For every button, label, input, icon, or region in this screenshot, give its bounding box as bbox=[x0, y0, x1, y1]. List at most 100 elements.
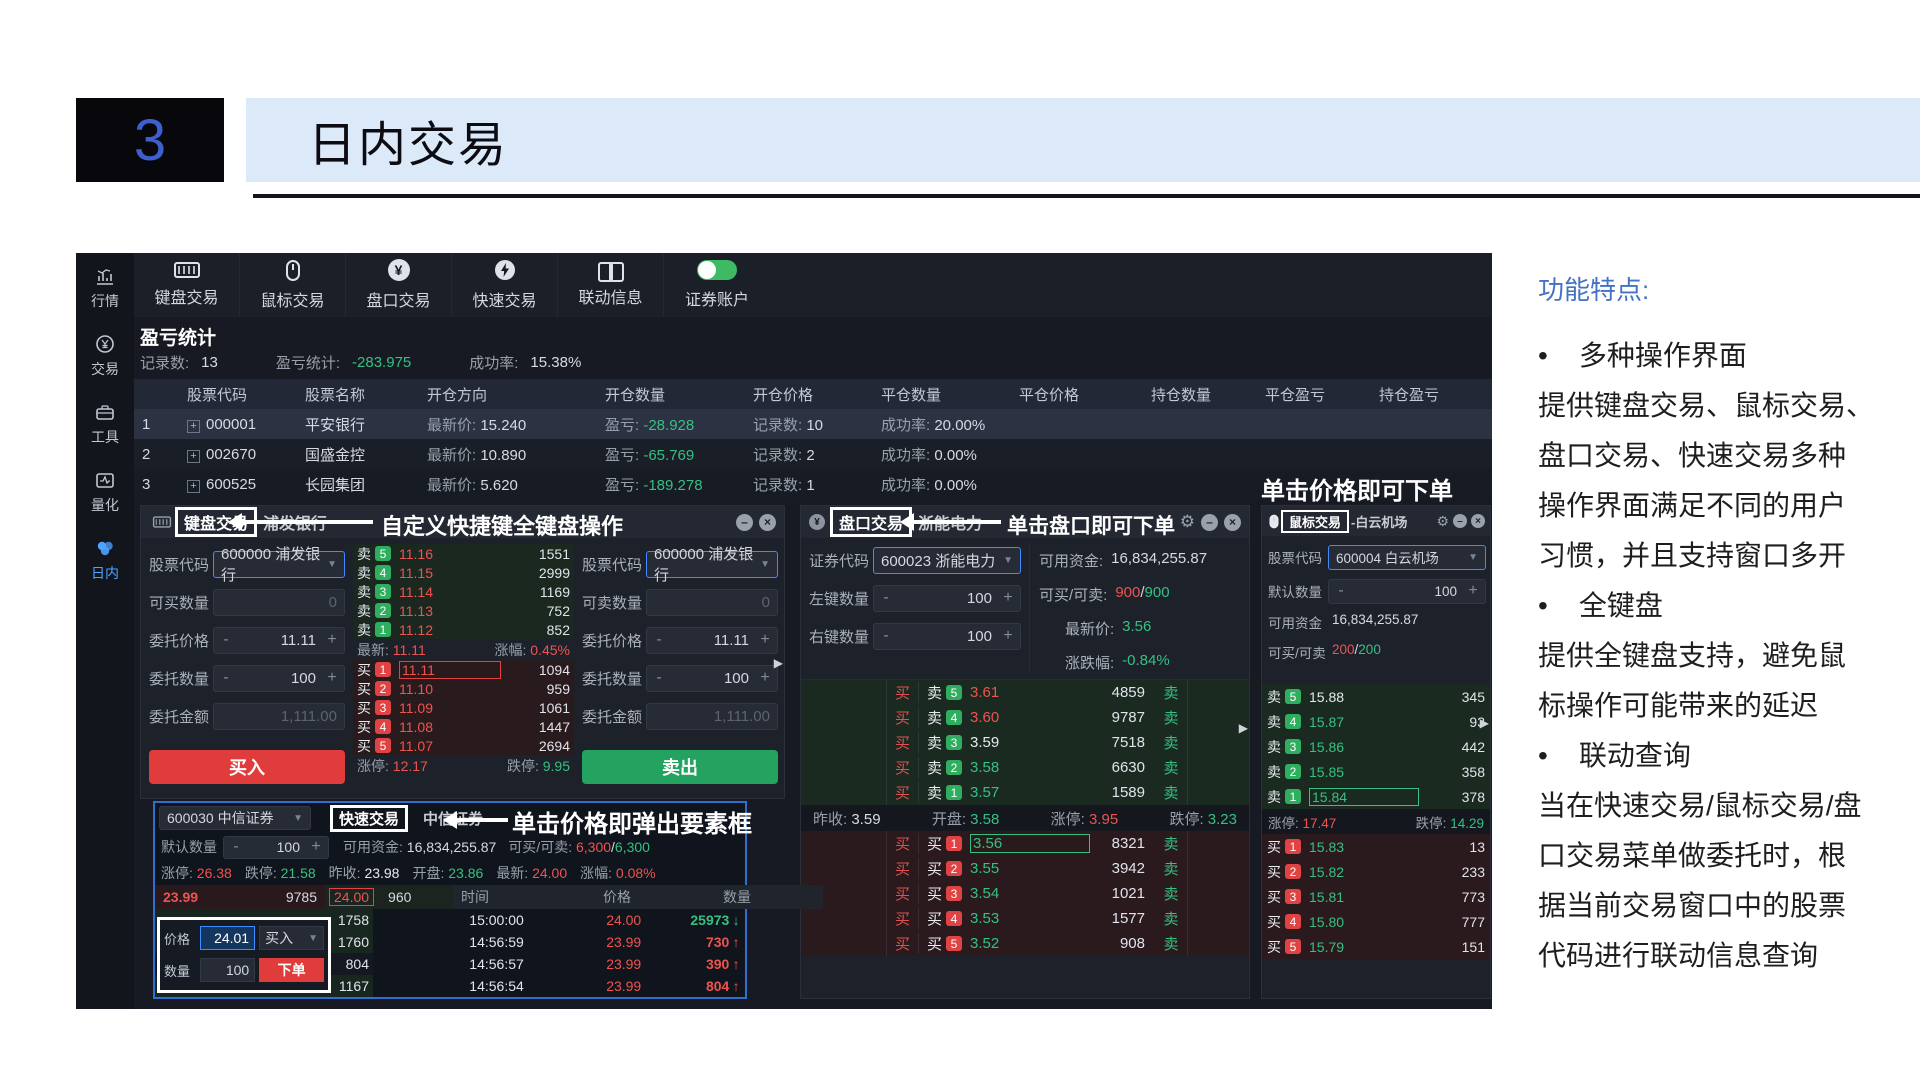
panel-title-bar[interactable]: ¥ 盘口交易 浙能电力 单击盘口即可下单 ⚙ – × bbox=[801, 506, 1249, 538]
quick-buy-cell[interactable]: 买 bbox=[887, 833, 919, 854]
order-amount-field[interactable]: 1,111.00 bbox=[213, 703, 345, 730]
bid-price[interactable]: 11.07 bbox=[399, 738, 455, 754]
qty-stepper[interactable]: -100+ bbox=[213, 665, 345, 692]
ask-row[interactable]: 卖 1 15.84 378 bbox=[1262, 784, 1490, 809]
toolbar-account-toggle[interactable]: 证券账户 bbox=[664, 253, 770, 317]
ask-row[interactable]: 买 卖 1 3.57 1589 卖 bbox=[801, 780, 1249, 805]
minimize-icon[interactable]: – bbox=[1201, 514, 1218, 531]
plus-button[interactable]: + bbox=[753, 631, 777, 649]
sidebar-item-quant[interactable]: 量化 bbox=[76, 469, 134, 515]
bid-price[interactable]: 15.79 bbox=[1309, 939, 1371, 955]
ask-price[interactable]: 3.61 bbox=[970, 684, 1036, 701]
minus-button[interactable]: - bbox=[647, 669, 671, 687]
ask-price[interactable]: 11.15 bbox=[399, 565, 455, 581]
ask-row[interactable]: 买 卖 3 3.59 7518 卖 bbox=[801, 730, 1249, 755]
stock-code-select[interactable]: 600023 浙能电力▼ bbox=[873, 547, 1021, 574]
ask-row[interactable]: 买 卖 5 3.61 4859 卖 bbox=[801, 680, 1249, 705]
qty-stepper[interactable]: -100+ bbox=[1328, 579, 1486, 604]
quick-sell-cell[interactable]: 卖 bbox=[1155, 933, 1187, 954]
sidebar-item-trade[interactable]: 交易 bbox=[76, 333, 134, 379]
toolbar-link-info[interactable]: 联动信息 bbox=[558, 253, 664, 317]
minus-button[interactable]: - bbox=[647, 631, 671, 649]
ask-price[interactable]: 11.14 bbox=[399, 584, 455, 600]
quick-sell-cell[interactable]: 卖 bbox=[1155, 782, 1187, 803]
close-icon[interactable]: × bbox=[1224, 514, 1241, 531]
minimize-icon[interactable]: – bbox=[736, 514, 753, 531]
ask-price[interactable]: 11.13 bbox=[399, 603, 455, 619]
minus-button[interactable]: - bbox=[214, 631, 238, 649]
plus-button[interactable]: + bbox=[996, 627, 1020, 645]
depth-volume[interactable]: 1167 bbox=[331, 975, 373, 997]
panel-title-bar[interactable]: 鼠标交易 -白云机场 ⚙ – × bbox=[1262, 506, 1490, 536]
bid-row[interactable]: 买 2 15.82 233 bbox=[1262, 859, 1490, 884]
quick-buy-cell[interactable]: 买 bbox=[887, 908, 919, 929]
bid-row[interactable]: 买 5 11.07 2694 bbox=[353, 736, 574, 755]
bid-row[interactable]: 买 1 11.11 1094 bbox=[353, 660, 574, 679]
panel-expander-icon[interactable]: ▶ bbox=[774, 656, 783, 670]
bid-row[interactable]: 买 3 11.09 1061 bbox=[353, 698, 574, 717]
left-qty-stepper[interactable]: -100+ bbox=[873, 585, 1021, 612]
ask-price[interactable]: 11.16 bbox=[399, 546, 455, 562]
minus-button[interactable]: - bbox=[874, 589, 898, 607]
quick-sell-cell[interactable]: 卖 bbox=[1155, 908, 1187, 929]
ask-row[interactable]: 卖 1 11.12 852 bbox=[353, 620, 574, 639]
table-row[interactable]: 1 +000001 平安银行 最新价: 15.240 盈亏: -28.928 记… bbox=[134, 409, 1492, 439]
quick-buy-cell[interactable]: 买 bbox=[887, 707, 919, 728]
expand-icon[interactable]: + bbox=[187, 420, 200, 433]
toolbar-pankou-trade[interactable]: ¥ 盘口交易 bbox=[346, 253, 452, 317]
available-qty-field[interactable]: 0 bbox=[646, 589, 778, 616]
depth-volume[interactable]: 804 bbox=[331, 953, 373, 975]
minus-button[interactable]: - bbox=[1329, 582, 1353, 600]
bid-price[interactable]: 3.53 bbox=[970, 910, 1036, 927]
plus-button[interactable]: + bbox=[304, 838, 328, 856]
bid-row[interactable]: 买 5 15.79 151 bbox=[1262, 934, 1490, 959]
ask-price[interactable]: 15.87 bbox=[1309, 714, 1371, 730]
bid-row[interactable]: 买 买 5 3.52 908 卖 bbox=[801, 931, 1249, 956]
toggle-on-icon[interactable] bbox=[697, 260, 737, 280]
minus-button[interactable]: - bbox=[874, 627, 898, 645]
close-icon[interactable]: × bbox=[759, 514, 776, 531]
bid-price[interactable]: 3.52 bbox=[970, 935, 1036, 952]
ask-price[interactable]: 15.84 bbox=[1309, 788, 1419, 806]
settings-gear-icon[interactable]: ⚙ bbox=[1436, 513, 1449, 530]
minimize-icon[interactable]: – bbox=[1453, 514, 1467, 528]
ask-row[interactable]: 卖 5 11.16 1551 bbox=[353, 544, 574, 563]
ask-row[interactable]: 卖 3 15.86 442 bbox=[1262, 734, 1490, 759]
bid-row[interactable]: 买 4 15.80 777 bbox=[1262, 909, 1490, 934]
expand-icon[interactable]: + bbox=[187, 480, 200, 493]
qty-stepper[interactable]: -100+ bbox=[223, 836, 329, 859]
ask-price[interactable]: 3.59 bbox=[970, 734, 1036, 751]
quick-sell-cell[interactable]: 卖 bbox=[1155, 883, 1187, 904]
bid-row[interactable]: 买 4 11.08 1447 bbox=[353, 717, 574, 736]
expand-icon[interactable]: + bbox=[187, 450, 200, 463]
qty-stepper[interactable]: -100+ bbox=[646, 665, 778, 692]
popup-qty-input[interactable]: 100 bbox=[200, 958, 255, 982]
bid-price[interactable]: 3.56 bbox=[970, 834, 1090, 853]
ask-row[interactable]: 卖 3 11.14 1169 bbox=[353, 582, 574, 601]
quick-buy-cell[interactable]: 买 bbox=[887, 757, 919, 778]
stock-code-select[interactable]: 600000 浦发银行▼ bbox=[646, 551, 778, 578]
bid-price[interactable]: 3.54 bbox=[970, 885, 1036, 902]
bid-row[interactable]: 买 买 2 3.55 3942 卖 bbox=[801, 856, 1249, 881]
ask-price[interactable]: 15.86 bbox=[1309, 739, 1371, 755]
bid-price[interactable]: 11.11 bbox=[399, 661, 501, 679]
quick-sell-cell[interactable]: 卖 bbox=[1155, 732, 1187, 753]
bid-price[interactable]: 15.82 bbox=[1309, 864, 1371, 880]
ask-price[interactable]: 11.12 bbox=[399, 622, 455, 638]
ask-price[interactable]: 15.85 bbox=[1309, 764, 1371, 780]
price-stepper[interactable]: -11.11+ bbox=[646, 627, 778, 654]
depth-volume[interactable]: 1760 bbox=[331, 931, 373, 953]
stock-code-select[interactable]: 600000 浦发银行▼ bbox=[213, 551, 345, 578]
quick-buy-cell[interactable]: 买 bbox=[887, 883, 919, 904]
available-qty-field[interactable]: 0 bbox=[213, 589, 345, 616]
panel-title-bar[interactable]: 键盘交易 浦发银行 自定义快捷键全键盘操作 – × bbox=[141, 506, 784, 538]
close-icon[interactable]: × bbox=[1471, 514, 1485, 528]
settings-gear-icon[interactable]: ⚙ bbox=[1180, 512, 1195, 532]
sell-button[interactable]: 卖出 bbox=[582, 750, 778, 784]
ask-row[interactable]: 买 卖 4 3.60 9787 卖 bbox=[801, 705, 1249, 730]
ask-row[interactable]: 卖 5 15.88 345 bbox=[1262, 684, 1490, 709]
bid-row[interactable]: 买 1 15.83 13 bbox=[1262, 834, 1490, 859]
panel-expander-icon[interactable]: ▶ bbox=[1239, 721, 1248, 735]
toolbar-mouse-trade[interactable]: 鼠标交易 bbox=[240, 253, 346, 317]
buy-button[interactable]: 买入 bbox=[149, 750, 345, 784]
